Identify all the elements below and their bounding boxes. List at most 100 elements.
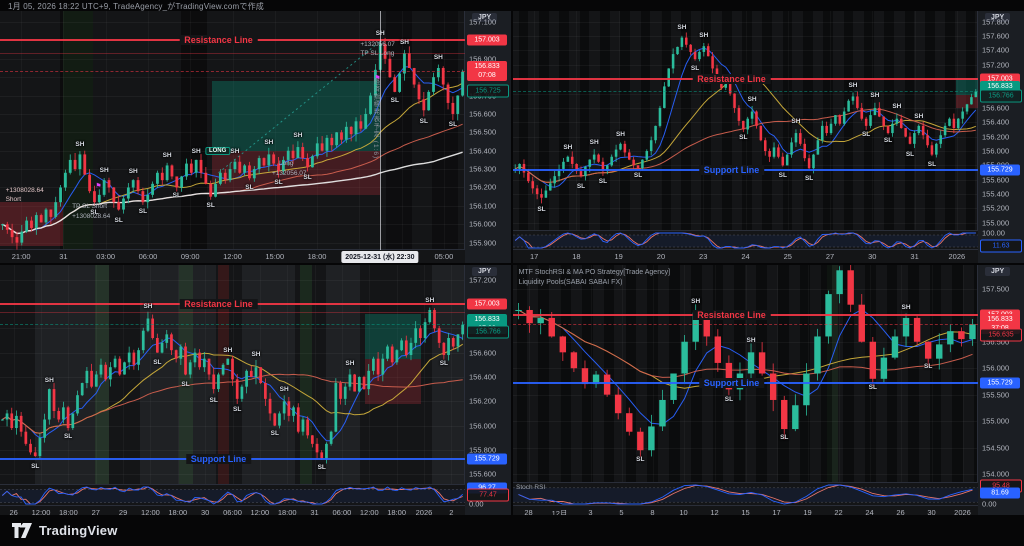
last-price-line <box>0 324 465 325</box>
price-axis[interactable]: JPY157.500157.000156.500156.000155.50015… <box>977 265 1024 519</box>
chart-panel-top-right[interactable]: Resistance Line Support Line SL SH SL SH SL SH S… <box>513 11 1024 263</box>
stoch-rsi-pane[interactable]: Stoch RSI <box>513 482 978 507</box>
swing-high-label: SH <box>251 351 260 358</box>
support-label[interactable]: Support Line <box>186 454 252 464</box>
price-label-box: 156.83307:08 <box>467 61 507 81</box>
price-tick: 154.500 <box>982 443 1009 452</box>
chart-panel-bottom-left[interactable]: Resistance LineSupport LineSLSHSLSHSLSLS… <box>0 265 511 519</box>
swing-high-label: SH <box>434 54 443 61</box>
ma-line <box>2 83 462 233</box>
price-label-box: 155.729 <box>980 377 1020 388</box>
stoch-rsi-pane[interactable] <box>0 484 465 507</box>
swing-low-label: SL <box>780 434 788 441</box>
price-tick: 155.000 <box>982 218 1009 227</box>
time-tick: 05:00 <box>434 252 453 261</box>
swing-low-label: SL <box>274 179 282 186</box>
price-tick: 156.000 <box>469 220 496 229</box>
swing-low-label: SL <box>31 463 39 470</box>
price-plot-top-left[interactable]: Resistance LineSLSHSLSHSLSHSLSHSLSHSLSHS… <box>0 11 465 250</box>
time-axis[interactable]: 171819202324252730312026 <box>513 249 978 263</box>
price-tick: 156.300 <box>469 165 496 174</box>
time-tick: 18 <box>572 252 580 261</box>
minor-level-line <box>0 53 465 54</box>
swing-high-label: SH <box>748 96 757 103</box>
swing-low-label: SL <box>173 192 181 199</box>
price-axis[interactable]: JPY157.200157.000156.800156.600156.40015… <box>464 265 511 519</box>
swing-high-label: SH <box>747 337 756 344</box>
swing-high-label: SH <box>870 92 879 99</box>
price-plot-top-right[interactable]: Resistance Line Support Line SL SH SL SH SL SH S… <box>513 11 978 230</box>
swing-high-label: SH <box>129 168 138 175</box>
price-tick: 155.600 <box>469 470 496 479</box>
annotation-text: Short <box>6 196 22 203</box>
long-position-chip[interactable]: LONG <box>205 147 230 155</box>
price-plot-bottom-left[interactable]: Resistance LineSupport LineSLSHSLSHSLSLS… <box>0 265 465 484</box>
swing-low-label: SL <box>906 151 914 158</box>
price-tick: 156.400 <box>469 372 496 381</box>
swing-high-label: SH <box>264 139 273 146</box>
indicator-value-box: 11.63 <box>980 240 1022 253</box>
swing-high-label: SH <box>791 118 800 125</box>
price-axis[interactable]: JPY157.100157.000156.900156.800156.70015… <box>464 11 511 263</box>
resistance-label[interactable]: Resistance Line <box>692 74 771 84</box>
price-tick: 157.800 <box>982 17 1009 26</box>
resistance-label[interactable]: Resistance Line <box>179 35 258 45</box>
price-tick: 156.000 <box>469 421 496 430</box>
crosshair-date-label: 2025-12-31 (水) 22:30 <box>341 251 418 263</box>
price-tick: 155.400 <box>982 190 1009 199</box>
price-plot-bottom-right[interactable]: Resistance LineSupport LineSLSHSLSHSLSHS… <box>513 265 978 482</box>
price-tick: 157.200 <box>469 275 496 284</box>
price-tick: 155.200 <box>982 204 1009 213</box>
annotation-text: TP SL Long <box>360 50 394 57</box>
time-tick: 17 <box>530 252 538 261</box>
time-tick: 20 <box>657 252 665 261</box>
time-axis[interactable]: 21:003103:0006:0009:0012:0015:0018:0003:… <box>0 249 465 263</box>
swing-low-label: SL <box>207 202 215 209</box>
support-label[interactable]: Support Line <box>699 378 765 388</box>
chart-panel-bottom-right[interactable]: Resistance LineSupport LineSLSHSLSHSLSHS… <box>513 265 1024 519</box>
annotation-text: Long <box>279 160 293 167</box>
time-tick: 15:00 <box>265 252 284 261</box>
swing-high-label: SH <box>699 32 708 39</box>
annotation-text: +1308028.64 <box>6 187 44 194</box>
time-tick: 09:00 <box>181 252 200 261</box>
price-tick: 155.500 <box>982 390 1009 399</box>
price-tick: 156.400 <box>982 118 1009 127</box>
chart-panel-top-left[interactable]: Resistance LineSLSHSLSHSLSHSLSHSLSHSLSHS… <box>0 11 511 263</box>
resistance-label[interactable]: Resistance Line <box>179 299 258 309</box>
swing-high-label: SH <box>45 377 54 384</box>
footer-brand[interactable]: TradingView <box>39 523 118 538</box>
time-tick: 03:00 <box>96 252 115 261</box>
time-tick: 23 <box>699 252 707 261</box>
price-axis[interactable]: JPY157.800157.600157.400157.200157.00015… <box>977 11 1024 263</box>
stoch-rsi-pane[interactable] <box>513 230 978 251</box>
price-label-box: 156.635 <box>980 328 1022 341</box>
currency-chip: JPY <box>985 267 1010 276</box>
time-tick: 30 <box>868 252 876 261</box>
crosshair-vertical <box>380 11 381 250</box>
swing-high-label: SH <box>163 152 172 159</box>
price-tick: 155.900 <box>469 238 496 247</box>
time-tick: 18:00 <box>308 252 327 261</box>
swing-high-label: SH <box>280 386 289 393</box>
tradingview-logo[interactable] <box>12 523 32 538</box>
swing-high-label: SH <box>590 139 599 146</box>
swing-low-label: SL <box>805 175 813 182</box>
indicator-tick: 0.00 <box>982 500 997 509</box>
price-tick: 156.600 <box>469 109 496 118</box>
indicator-value-box: 81.69 <box>980 487 1020 498</box>
annotation-text: +132056.07 <box>272 170 307 177</box>
price-tick: 157.500 <box>982 284 1009 293</box>
swing-low-label: SL <box>181 381 189 388</box>
price-label-box: 155.729 <box>980 165 1020 176</box>
swing-high-label: SH <box>902 304 911 311</box>
resistance-label[interactable]: Resistance Line <box>692 310 771 320</box>
swing-high-label: SH <box>143 303 152 310</box>
support-label[interactable]: Support Line <box>699 165 765 175</box>
swing-low-label: SL <box>210 397 218 404</box>
time-tick: 31 <box>59 252 67 261</box>
swing-low-label: SL <box>691 65 699 72</box>
time-tick: 12:00 <box>223 252 242 261</box>
swing-high-label: SH <box>345 360 354 367</box>
price-tick: 155.000 <box>982 417 1009 426</box>
